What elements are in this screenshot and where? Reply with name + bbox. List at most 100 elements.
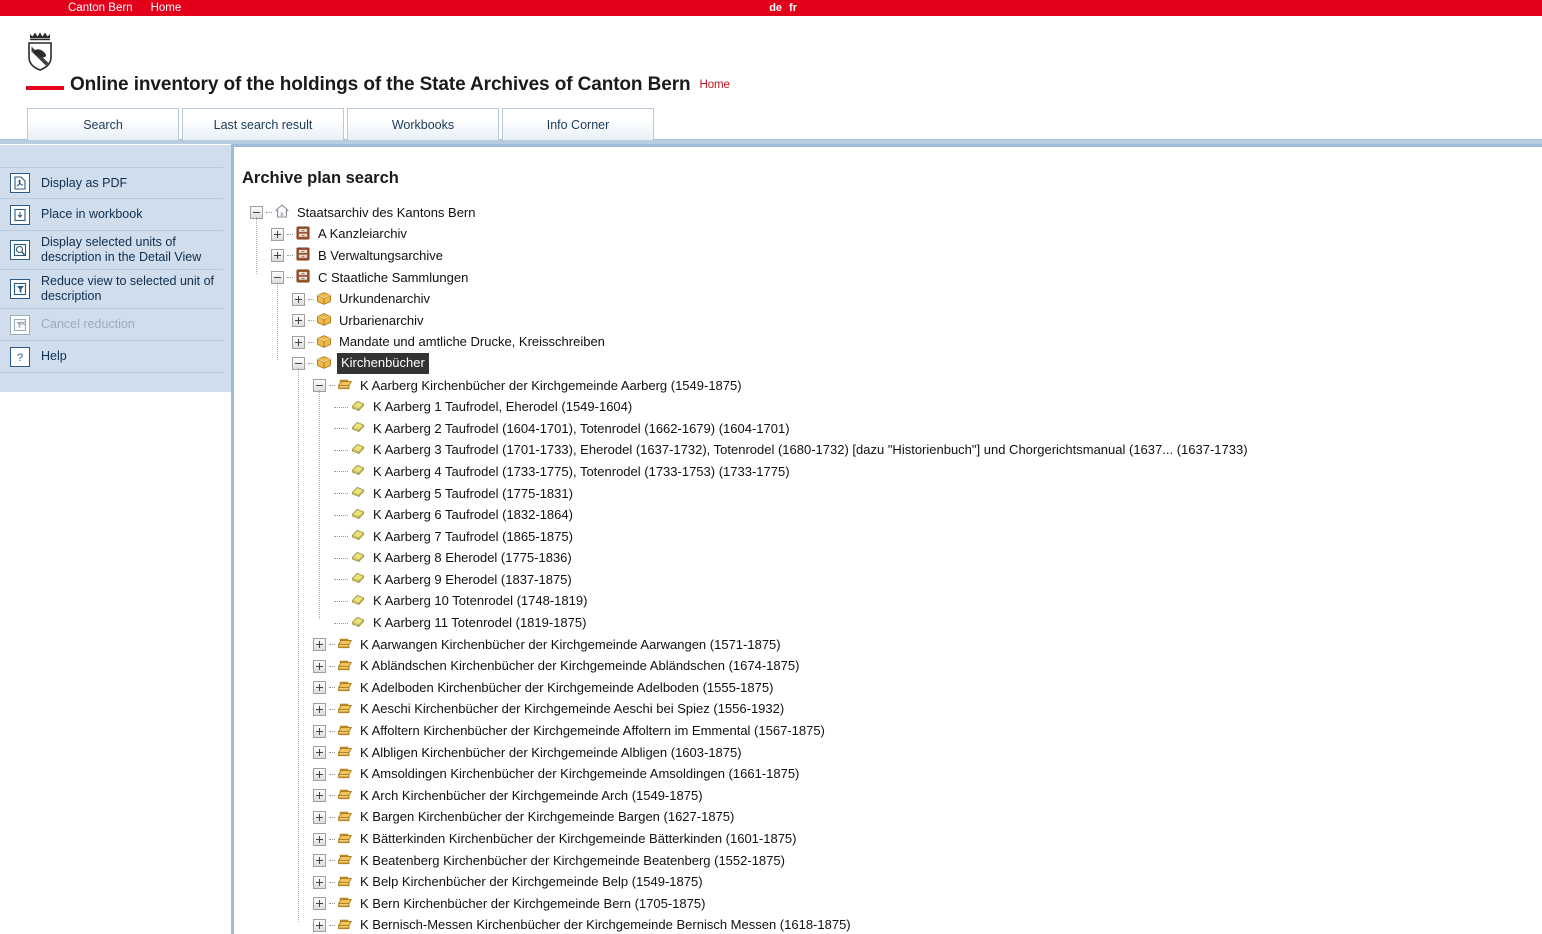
tree-expand-toggle[interactable] (313, 681, 326, 695)
tree-node-label[interactable]: K Bernisch-Messen Kirchenbücher der Kirc… (358, 916, 853, 934)
tab-workbooks[interactable]: Workbooks (347, 108, 499, 140)
tree-node-label[interactable]: K Aarberg 10 Totenrodel (1748-1819) (371, 592, 589, 610)
tree-node-label[interactable]: K Beatenberg Kirchenbücher der Kirchgeme… (358, 852, 787, 870)
tree-node[interactable]: K Aarberg Kirchenbücher der Kirchgemeind… (242, 375, 1542, 397)
tree-node[interactable]: K Aarberg 11 Totenrodel (1819-1875) (242, 612, 1542, 634)
tree-node-label[interactable]: K Aarberg 5 Taufrodel (1775-1831) (371, 485, 575, 503)
sidebar-item-help[interactable]: ? Help (0, 341, 223, 373)
tree-node-label[interactable]: K Albligen Kirchenbücher der Kirchgemein… (358, 744, 744, 762)
language-de-link[interactable]: de (769, 0, 782, 16)
tree-node[interactable]: K Aarberg 9 Eherodel (1837-1875) (242, 569, 1542, 591)
tree-node-label[interactable]: K Aarberg 1 Taufrodel, Eherodel (1549-16… (371, 398, 634, 416)
header-home-link[interactable]: Home (700, 79, 730, 91)
tree-node-label[interactable]: K Aeschi Kirchenbücher der Kirchgemeinde… (358, 700, 786, 718)
tree-node[interactable]: K Abländschen Kirchenbücher der Kirchgem… (242, 655, 1542, 677)
tree-node-label[interactable]: K Bern Kirchenbücher der Kirchgemeinde B… (358, 895, 707, 913)
tree-node[interactable]: K Amsoldingen Kirchenbücher der Kirchgem… (242, 763, 1542, 785)
tree-node[interactable]: Urkundenarchiv (242, 288, 1542, 310)
tree-node[interactable]: K Albligen Kirchenbücher der Kirchgemein… (242, 742, 1542, 764)
tree-node-label[interactable]: K Bargen Kirchenbücher der Kirchgemeinde… (358, 808, 736, 826)
tree-node[interactable]: Kirchenbücher (242, 353, 1542, 375)
tree-node-label[interactable]: A Kanzleiarchiv (316, 225, 409, 243)
tree-node[interactable]: K Aarberg 3 Taufrodel (1701-1733), Ehero… (242, 440, 1542, 462)
tree-expand-toggle[interactable] (313, 832, 326, 846)
tree-node-label[interactable]: Mandate und amtliche Drucke, Kreisschrei… (337, 333, 607, 351)
tree-node-label[interactable]: K Amsoldingen Kirchenbücher der Kirchgem… (358, 765, 801, 783)
canton-bern-link[interactable]: Canton Bern (68, 0, 133, 16)
tree-expand-toggle[interactable] (292, 292, 305, 306)
tree-expand-toggle[interactable] (313, 854, 326, 868)
tree-node-label[interactable]: K Aarberg 11 Totenrodel (1819-1875) (371, 614, 588, 632)
tree-expand-toggle[interactable] (313, 638, 326, 652)
tree-node-label[interactable]: K Belp Kirchenbücher der Kirchgemeinde B… (358, 873, 705, 891)
tree-expand-toggle[interactable] (313, 897, 326, 911)
tree-node[interactable]: K Aarberg 10 Totenrodel (1748-1819) (242, 591, 1542, 613)
tree-expand-toggle[interactable] (313, 746, 326, 760)
tree-node[interactable]: K Aarberg 8 Eherodel (1775-1836) (242, 548, 1542, 570)
tree-node[interactable]: B Verwaltungsarchive (242, 245, 1542, 267)
tree-node[interactable]: C Staatliche Sammlungen (242, 267, 1542, 289)
sidebar-item-place-in-workbook[interactable]: Place in workbook (0, 199, 223, 231)
tree-node-label[interactable]: Urkundenarchiv (337, 290, 432, 308)
tab-last-search-result[interactable]: Last search result (182, 108, 344, 140)
sidebar-item-display-as-pdf[interactable]: Display as PDF (0, 167, 223, 199)
topbar-home-link[interactable]: Home (151, 0, 182, 16)
tree-node[interactable]: K Arch Kirchenbücher der Kirchgemeinde A… (242, 785, 1542, 807)
tree-node-label[interactable]: K Aarberg 2 Taufrodel (1604-1701), Toten… (371, 420, 792, 438)
tree-expand-toggle[interactable] (313, 875, 326, 889)
tree-node[interactable]: K Bargen Kirchenbücher der Kirchgemeinde… (242, 807, 1542, 829)
tree-node-label[interactable]: K Aarberg 6 Taufrodel (1832-1864) (371, 506, 575, 524)
tree-node-label[interactable]: Staatsarchiv des Kantons Bern (295, 204, 478, 222)
tree-node[interactable]: Staatsarchiv des Kantons Bern (242, 202, 1542, 224)
tree-node-label-selected[interactable]: Kirchenbücher (337, 353, 429, 375)
sidebar-item-display-selected-units-of-description-in-the-detail-view[interactable]: Display selected units of description in… (0, 231, 223, 270)
tree-node-label[interactable]: K Arch Kirchenbücher der Kirchgemeinde A… (358, 787, 705, 805)
tree-node-label[interactable]: K Aarberg 3 Taufrodel (1701-1733), Ehero… (371, 441, 1250, 459)
tree-expand-toggle[interactable] (313, 767, 326, 781)
tree-node-label[interactable]: K Bätterkinden Kirchenbücher der Kirchge… (358, 830, 798, 848)
tree-expand-toggle[interactable] (271, 249, 284, 263)
tree-expand-toggle[interactable] (313, 702, 326, 716)
tree-expand-toggle[interactable] (313, 724, 326, 738)
tab-info-corner[interactable]: Info Corner (502, 108, 654, 140)
tree-node-label[interactable]: K Adelboden Kirchenbücher der Kirchgemei… (358, 679, 775, 697)
tree-node-label[interactable]: K Aarberg Kirchenbücher der Kirchgemeind… (358, 377, 744, 395)
tree-node-label[interactable]: K Aarberg 7 Taufrodel (1865-1875) (371, 528, 575, 546)
tree-node[interactable]: K Aarberg 6 Taufrodel (1832-1864) (242, 504, 1542, 526)
sidebar-item-reduce-view-to-selected-unit-of-description[interactable]: Reduce view to selected unit of descript… (0, 270, 223, 309)
tree-expand-toggle[interactable] (313, 789, 326, 803)
tree-node[interactable]: K Aarberg 7 Taufrodel (1865-1875) (242, 526, 1542, 548)
tree-node[interactable]: Mandate und amtliche Drucke, Kreisschrei… (242, 332, 1542, 354)
tree-node-label[interactable]: K Affoltern Kirchenbücher der Kirchgemei… (358, 722, 827, 740)
tree-expand-toggle[interactable] (313, 918, 326, 932)
tree-node-label[interactable]: K Aarberg 8 Eherodel (1775-1836) (371, 549, 574, 567)
tree-expand-toggle[interactable] (313, 810, 326, 824)
tree-node-label[interactable]: B Verwaltungsarchive (316, 247, 445, 265)
tree-node[interactable]: K Aarberg 5 Taufrodel (1775-1831) (242, 483, 1542, 505)
tree-node[interactable]: K Aarberg 1 Taufrodel, Eherodel (1549-16… (242, 396, 1542, 418)
tree-node-label[interactable]: Urbarienarchiv (337, 312, 426, 330)
tree-node-label[interactable]: C Staatliche Sammlungen (316, 269, 470, 287)
tree-node[interactable]: K Affoltern Kirchenbücher der Kirchgemei… (242, 720, 1542, 742)
tree-node[interactable]: K Adelboden Kirchenbücher der Kirchgemei… (242, 677, 1542, 699)
tree-expand-toggle[interactable] (313, 659, 326, 673)
tree-node[interactable]: K Bernisch-Messen Kirchenbücher der Kirc… (242, 915, 1542, 934)
tree-node-label[interactable]: K Aarberg 4 Taufrodel (1733-1775), Toten… (371, 463, 792, 481)
tree-node[interactable]: K Belp Kirchenbücher der Kirchgemeinde B… (242, 871, 1542, 893)
tree-node[interactable]: A Kanzleiarchiv (242, 224, 1542, 246)
tree-node[interactable]: K Aarberg 4 Taufrodel (1733-1775), Toten… (242, 461, 1542, 483)
tree-expand-toggle[interactable] (292, 314, 305, 328)
tree-node[interactable]: K Beatenberg Kirchenbücher der Kirchgeme… (242, 850, 1542, 872)
tree-node-label[interactable]: K Aarberg 9 Eherodel (1837-1875) (371, 571, 574, 589)
tree-node[interactable]: K Bätterkinden Kirchenbücher der Kirchge… (242, 828, 1542, 850)
tree-node[interactable]: K Aarberg 2 Taufrodel (1604-1701), Toten… (242, 418, 1542, 440)
tree-node-label[interactable]: K Aarwangen Kirchenbücher der Kirchgemei… (358, 636, 783, 654)
tree-node[interactable]: K Aeschi Kirchenbücher der Kirchgemeinde… (242, 699, 1542, 721)
language-fr-link[interactable]: fr (789, 0, 797, 16)
tab-search[interactable]: Search (27, 108, 179, 140)
tree-expand-toggle[interactable] (271, 227, 284, 241)
tree-node[interactable]: K Aarwangen Kirchenbücher der Kirchgemei… (242, 634, 1542, 656)
tree-node[interactable]: Urbarienarchiv (242, 310, 1542, 332)
tree-node[interactable]: K Bern Kirchenbücher der Kirchgemeinde B… (242, 893, 1542, 915)
tree-expand-toggle[interactable] (292, 335, 305, 349)
